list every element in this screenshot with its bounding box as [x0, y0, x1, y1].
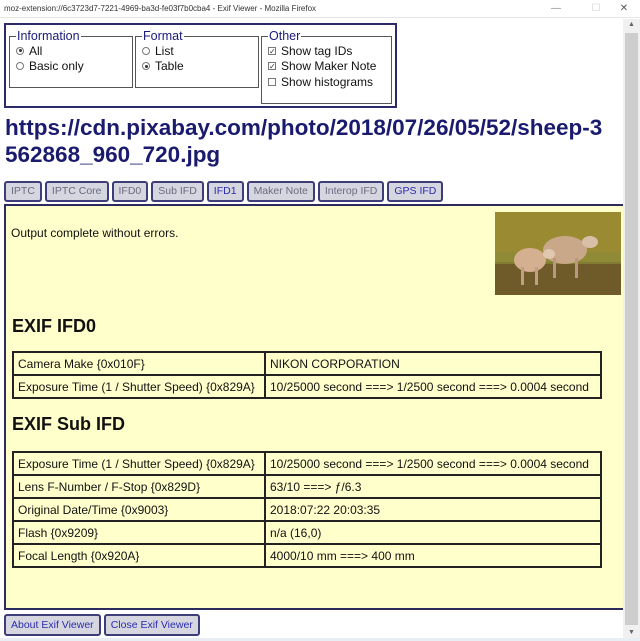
tag-value: NIKON CORPORATION: [264, 351, 602, 376]
radio-all[interactable]: All: [16, 43, 126, 59]
exif-output-panel: Output complete without errors. EXIF IFD…: [4, 204, 625, 610]
checkbox-show-histograms[interactable]: Show histograms: [268, 74, 385, 90]
checkbox-unchecked-icon[interactable]: [268, 77, 276, 86]
table-row: Exposure Time (1 / Shutter Speed) {0x829…: [12, 374, 602, 399]
tag-value: 2018:07:22 20:03:35: [264, 497, 602, 522]
close-viewer-button[interactable]: Close Exif Viewer: [103, 614, 200, 636]
tag-value: n/a (16,0): [264, 520, 602, 545]
tab-interop-ifd[interactable]: Interop IFD: [317, 181, 385, 202]
radio-list[interactable]: List: [142, 43, 252, 59]
radio-icon[interactable]: [16, 46, 24, 55]
tag-name: Flash {0x9209}: [12, 520, 266, 545]
scrollbar-thumb[interactable]: [625, 33, 638, 625]
tab-maker-note[interactable]: Maker Note: [246, 181, 315, 202]
scroll-up-icon[interactable]: ▲: [623, 19, 640, 31]
checkbox-checked-icon[interactable]: ✓: [268, 62, 276, 71]
image-thumbnail: [495, 212, 621, 295]
checkbox-label: Show histograms: [281, 74, 374, 89]
radio-label: List: [155, 43, 174, 58]
sub-ifd-table: Exposure Time (1 / Shutter Speed) {0x829…: [12, 451, 602, 568]
vertical-scrollbar[interactable]: ▲ ▼: [623, 19, 640, 639]
tag-name: Original Date/Time {0x9003}: [12, 497, 266, 522]
radio-basic-only[interactable]: Basic only: [16, 59, 126, 75]
table-row: Original Date/Time {0x9003} 2018:07:22 2…: [12, 497, 602, 522]
tab-ifd1[interactable]: IFD1: [206, 181, 244, 202]
radio-label: Table: [155, 59, 184, 74]
radio-icon[interactable]: [16, 62, 24, 71]
tag-name: Focal Length {0x920A}: [12, 543, 266, 568]
radio-table[interactable]: Table: [142, 59, 252, 75]
status-message: Output complete without errors.: [11, 226, 179, 240]
other-legend: Other: [269, 29, 301, 43]
window-title: moz-extension://6c3723d7-7221-4969-ba3d-…: [4, 4, 317, 13]
tab-iptc-core[interactable]: IPTC Core: [44, 181, 109, 202]
options-box: Information All Basic only Format List T…: [4, 23, 397, 108]
tab-iptc[interactable]: IPTC: [4, 181, 42, 202]
close-icon[interactable]: ✕: [614, 1, 634, 16]
checkbox-show-maker-note[interactable]: ✓ Show Maker Note: [268, 59, 385, 75]
other-fieldset: Other ✓ Show tag IDs ✓ Show Maker Note S…: [261, 29, 392, 104]
information-legend: Information: [17, 29, 80, 43]
information-fieldset: Information All Basic only: [9, 29, 133, 88]
format-legend: Format: [143, 29, 183, 43]
maximize-icon[interactable]: ☐: [586, 1, 606, 16]
sheep-photo-icon: [495, 212, 621, 295]
tag-value: 10/25000 second ===> 1/2500 second ===> …: [264, 451, 602, 476]
tag-name: Exposure Time (1 / Shutter Speed) {0x829…: [12, 451, 266, 476]
tag-name: Lens F-Number / F-Stop {0x829D}: [12, 474, 266, 499]
format-fieldset: Format List Table: [135, 29, 259, 88]
table-row: Flash {0x9209} n/a (16,0): [12, 520, 602, 545]
checkbox-label: Show tag IDs: [281, 43, 353, 58]
table-row: Camera Make {0x010F} NIKON CORPORATION: [12, 351, 602, 376]
section-title-sub-ifd: EXIF Sub IFD: [12, 414, 126, 434]
checkbox-show-tag-ids[interactable]: ✓ Show tag IDs: [268, 43, 385, 59]
section-title-ifd0: EXIF IFD0: [12, 316, 97, 336]
radio-icon[interactable]: [142, 46, 150, 55]
minimize-icon[interactable]: —: [546, 1, 566, 16]
checkbox-checked-icon[interactable]: ✓: [268, 46, 276, 55]
tag-value: 63/10 ===> ƒ/6.3: [264, 474, 602, 499]
table-row: Lens F-Number / F-Stop {0x829D} 63/10 ==…: [12, 474, 602, 499]
table-row: Exposure Time (1 / Shutter Speed) {0x829…: [12, 451, 602, 476]
radio-icon[interactable]: [142, 62, 150, 71]
radio-label: Basic only: [29, 59, 84, 74]
image-url-heading: https://cdn.pixabay.com/photo/2018/07/26…: [5, 115, 603, 167]
checkbox-label: Show Maker Note: [281, 59, 377, 74]
tab-sub-ifd[interactable]: Sub IFD: [151, 181, 204, 202]
window-titlebar: moz-extension://6c3723d7-7221-4969-ba3d-…: [0, 0, 640, 18]
tag-value: 4000/10 mm ===> 400 mm: [264, 543, 602, 568]
ifd0-table: Camera Make {0x010F} NIKON CORPORATION E…: [12, 351, 602, 399]
footer-buttons: About Exif Viewer Close Exif Viewer: [4, 614, 200, 636]
tag-value: 10/25000 second ===> 1/2500 second ===> …: [264, 374, 602, 399]
tab-ifd0[interactable]: IFD0: [111, 181, 149, 202]
radio-label: All: [29, 43, 43, 58]
tag-name: Exposure Time (1 / Shutter Speed) {0x829…: [12, 374, 266, 399]
section-tabs: IPTC IPTC Core IFD0 Sub IFD IFD1 Maker N…: [4, 181, 444, 202]
tab-gps-ifd[interactable]: GPS IFD: [387, 181, 444, 202]
table-row: Focal Length {0x920A} 4000/10 mm ===> 40…: [12, 543, 602, 568]
about-button[interactable]: About Exif Viewer: [4, 614, 101, 636]
tag-name: Camera Make {0x010F}: [12, 351, 266, 376]
